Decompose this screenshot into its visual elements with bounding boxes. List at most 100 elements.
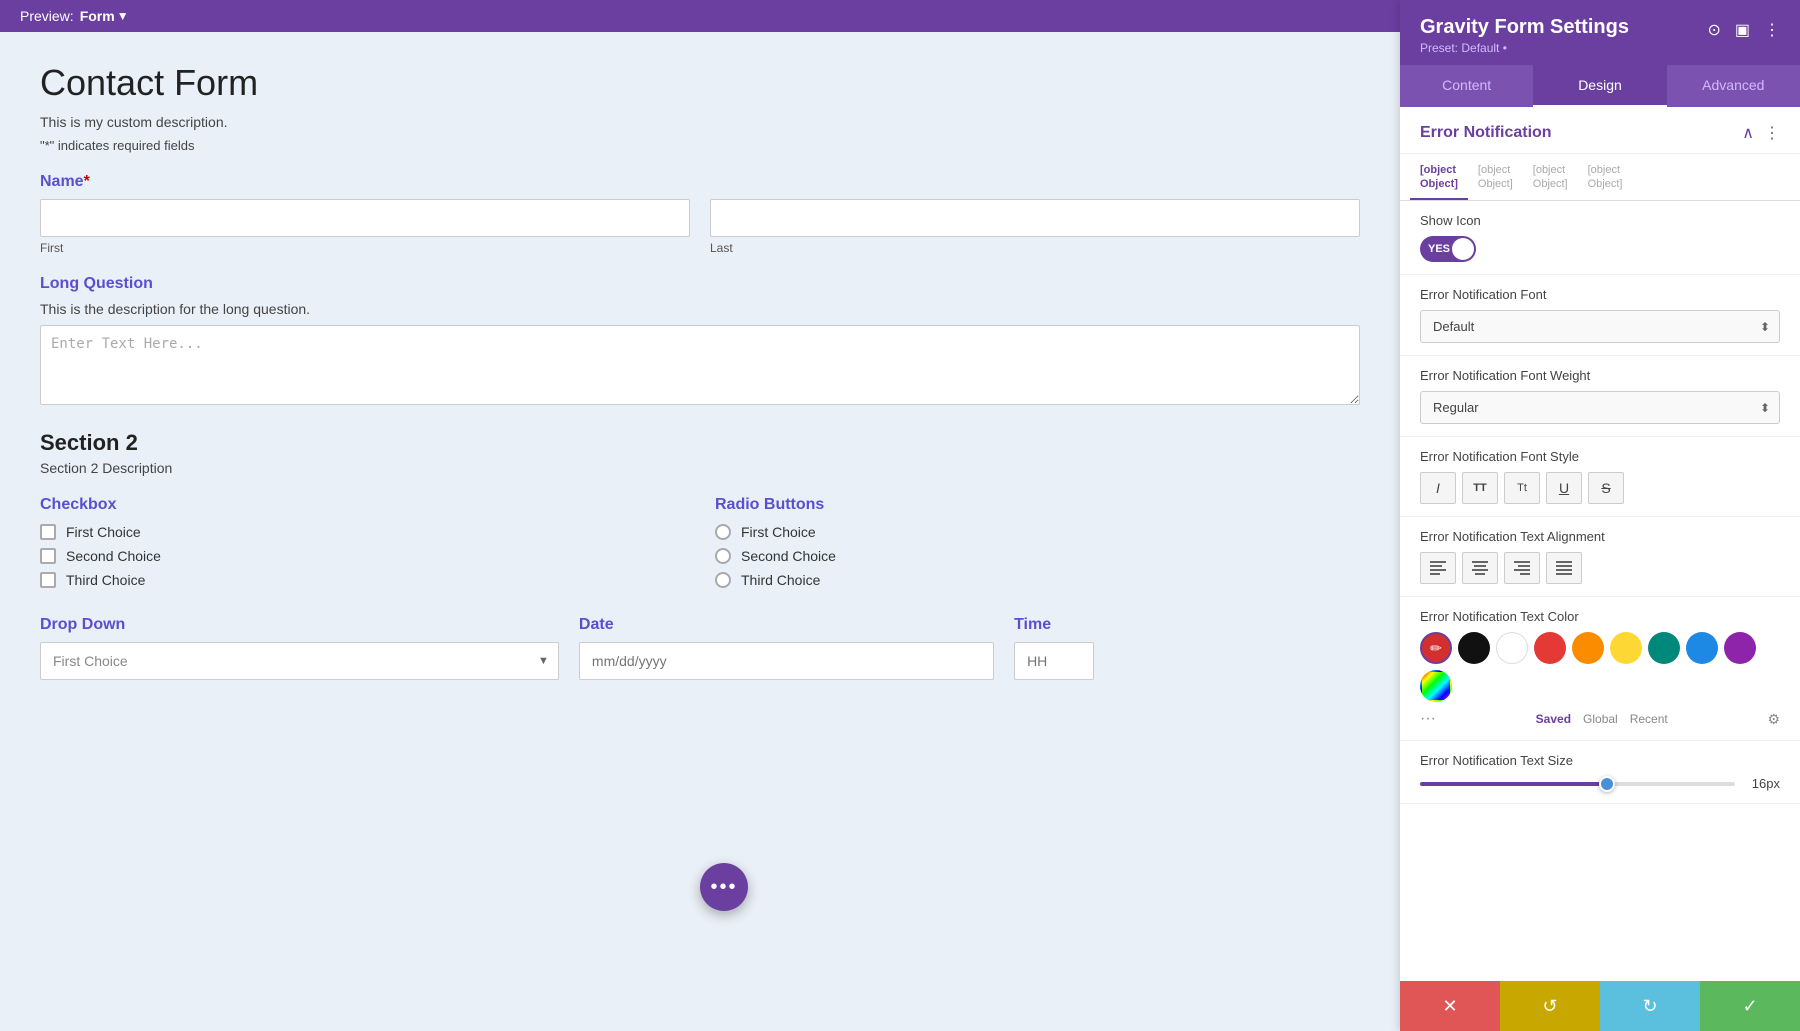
color-red[interactable] xyxy=(1534,632,1566,664)
time-input[interactable] xyxy=(1014,642,1094,680)
color-tab-saved[interactable]: Saved xyxy=(1536,712,1571,726)
checkbox-2[interactable] xyxy=(40,548,56,564)
form-description: This is my custom description. xyxy=(40,114,1360,130)
last-sublabel: Last xyxy=(710,241,1360,255)
undo-button[interactable]: ↺ xyxy=(1500,981,1600,1031)
font-style-label: Error Notification Font Style xyxy=(1420,449,1780,464)
checkbox-1[interactable] xyxy=(40,524,56,540)
color-blue[interactable] xyxy=(1686,632,1718,664)
checkbox-3[interactable] xyxy=(40,572,56,588)
cancel-button[interactable]: ✕ xyxy=(1400,981,1500,1031)
dropdown-select[interactable]: First Choice Second Choice Third Choice xyxy=(40,642,559,680)
color-tab-global[interactable]: Global xyxy=(1583,712,1618,726)
tab-design[interactable]: Design xyxy=(1533,65,1666,107)
text-size-row: Error Notification Text Size 16px xyxy=(1400,741,1800,804)
radio-label: Radio Buttons xyxy=(715,496,1360,514)
obj-tab-2[interactable]: [objectObject] xyxy=(1468,154,1523,200)
radio-item-2[interactable]: Second Choice xyxy=(715,548,1360,564)
tab-content[interactable]: Content xyxy=(1400,65,1533,107)
redo-button[interactable]: ↻ xyxy=(1600,981,1700,1031)
font-select-wrap: Default xyxy=(1420,310,1780,343)
color-yellow[interactable] xyxy=(1610,632,1642,664)
tab-advanced[interactable]: Advanced xyxy=(1667,65,1800,107)
error-notification-collapse[interactable]: ∧ xyxy=(1742,123,1754,143)
first-sublabel: First xyxy=(40,241,690,255)
color-settings-icon[interactable]: ⚙ xyxy=(1767,711,1780,728)
dropdown-label: Drop Down xyxy=(40,616,559,634)
settings-preset: Preset: Default • xyxy=(1420,41,1629,55)
radio-2[interactable] xyxy=(715,548,731,564)
radio-3[interactable] xyxy=(715,572,731,588)
settings-header: Gravity Form Settings Preset: Default • … xyxy=(1400,0,1800,107)
text-alignment-label: Error Notification Text Alignment xyxy=(1420,529,1780,544)
color-gradient[interactable] xyxy=(1420,670,1452,702)
date-input[interactable] xyxy=(579,642,994,680)
show-icon-label: Show Icon xyxy=(1420,213,1780,228)
radio-item-3[interactable]: Third Choice xyxy=(715,572,1360,588)
color-tab-recent[interactable]: Recent xyxy=(1630,712,1668,726)
color-orange[interactable] xyxy=(1572,632,1604,664)
fab-button[interactable]: ••• xyxy=(700,863,748,911)
color-tabs: Saved Global Recent xyxy=(1536,712,1668,726)
last-name-field: Last xyxy=(710,199,1360,255)
font-style-strikethrough[interactable]: S xyxy=(1588,472,1624,504)
checkbox-group: Checkbox First Choice Second Choice Thir… xyxy=(40,496,685,596)
checkbox-choice-1-label: First Choice xyxy=(66,524,141,540)
form-dropdown-arrow[interactable]: ▼ xyxy=(117,9,129,23)
settings-icon-layout[interactable]: ▣ xyxy=(1735,20,1750,40)
font-style-italic[interactable]: I xyxy=(1420,472,1456,504)
font-style-capitalize[interactable]: Tt xyxy=(1504,472,1540,504)
align-center[interactable] xyxy=(1462,552,1498,584)
long-question-textarea[interactable]: Enter Text Here... xyxy=(40,325,1360,405)
time-label: Time xyxy=(1014,616,1360,634)
settings-icon-camera[interactable]: ⊙ xyxy=(1707,20,1720,40)
date-label: Date xyxy=(579,616,994,634)
font-style-uppercase[interactable]: TT xyxy=(1462,472,1498,504)
error-notification-more[interactable]: ⋮ xyxy=(1764,123,1780,143)
radio-item-1[interactable]: First Choice xyxy=(715,524,1360,540)
radio-group: Radio Buttons First Choice Second Choice… xyxy=(715,496,1360,596)
align-right[interactable] xyxy=(1504,552,1540,584)
first-name-input[interactable] xyxy=(40,199,690,237)
section2-group: Section 2 Section 2 Description xyxy=(40,430,1360,476)
obj-tab-4[interactable]: [objectObject] xyxy=(1578,154,1633,200)
checkbox-item-3[interactable]: Third Choice xyxy=(40,572,685,588)
obj-tab-3[interactable]: [objectObject] xyxy=(1523,154,1578,200)
checkbox-item-2[interactable]: Second Choice xyxy=(40,548,685,564)
color-green[interactable] xyxy=(1648,632,1680,664)
save-button[interactable]: ✓ xyxy=(1700,981,1800,1031)
align-justify[interactable] xyxy=(1546,552,1582,584)
settings-panel: Gravity Form Settings Preset: Default • … xyxy=(1400,0,1800,1031)
required-star: * xyxy=(84,173,90,190)
cancel-icon: ✕ xyxy=(1442,996,1457,1017)
font-label: Error Notification Font xyxy=(1420,287,1780,302)
long-question-group: Long Question This is the description fo… xyxy=(40,275,1360,410)
settings-body: Error Notification ∧ ⋮ [objectObject] [o… xyxy=(1400,107,1800,981)
size-row: 16px xyxy=(1420,776,1780,791)
last-name-input[interactable] xyxy=(710,199,1360,237)
settings-icon-more[interactable]: ⋮ xyxy=(1764,20,1780,40)
text-size-slider[interactable] xyxy=(1420,782,1735,786)
radio-1[interactable] xyxy=(715,524,731,540)
font-weight-select[interactable]: Regular xyxy=(1420,391,1780,424)
color-black[interactable] xyxy=(1458,632,1490,664)
section2-description: Section 2 Description xyxy=(40,460,1360,476)
show-icon-toggle[interactable]: YES xyxy=(1420,236,1476,262)
error-notification-title: Error Notification xyxy=(1420,124,1552,142)
obj-tab-1[interactable]: [objectObject] xyxy=(1410,154,1468,200)
align-left[interactable] xyxy=(1420,552,1456,584)
font-style-underline[interactable]: U xyxy=(1546,472,1582,504)
color-more-dots[interactable]: ··· xyxy=(1420,710,1436,728)
font-weight-row: Error Notification Font Weight Regular xyxy=(1400,356,1800,437)
color-purple[interactable] xyxy=(1724,632,1756,664)
object-tabs: [objectObject] [objectObject] [objectObj… xyxy=(1400,154,1800,201)
color-custom-red[interactable]: ✏ xyxy=(1420,632,1452,664)
color-white[interactable] xyxy=(1496,632,1528,664)
checkbox-item-1[interactable]: First Choice xyxy=(40,524,685,540)
form-label[interactable]: Form xyxy=(80,8,115,24)
alignment-buttons xyxy=(1420,552,1780,584)
checkbox-choice-3-label: Third Choice xyxy=(66,572,145,588)
fab-icon: ••• xyxy=(710,876,737,899)
font-row: Error Notification Font Default xyxy=(1400,275,1800,356)
font-select[interactable]: Default xyxy=(1420,310,1780,343)
